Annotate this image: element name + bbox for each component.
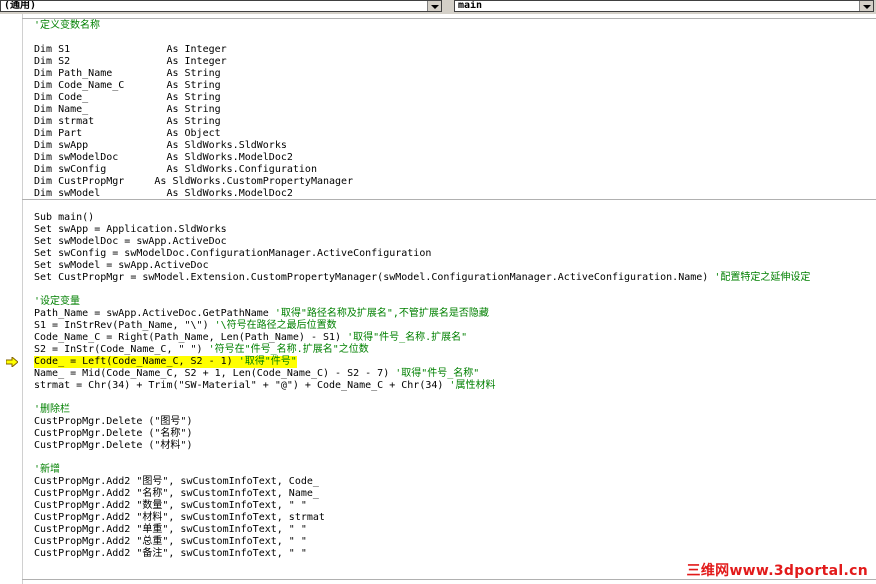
code-line: Sub main() [34, 212, 95, 223]
editor-toolbar: (通用) main [0, 0, 876, 14]
code-text: S2 = InStr(Code_Name_C, " ") [34, 344, 209, 355]
code-line: CustPropMgr.Add2 "单重", swCustomInfoText,… [34, 524, 307, 535]
code-line: strmat = Chr(34) + Trim("SW-Material" + … [34, 380, 495, 392]
code-line: Dim swModel As SldWorks.ModelDoc2 [34, 188, 293, 199]
code-text: S1 = InStrRev(Path_Name, "\") [34, 320, 215, 331]
code-line: Dim Code_ As String [34, 92, 221, 103]
chevron-down-icon[interactable] [859, 1, 873, 11]
code-line: Set CustPropMgr = swModel.Extension.Cust… [34, 272, 810, 284]
comment-text: '属性材料 [449, 380, 496, 391]
code-line: Dim S2 As Integer [34, 56, 227, 67]
code-line: Dim Code_Name_C As String [34, 80, 221, 91]
comment-text: '取得"件号_名称.扩展名" [347, 332, 468, 343]
code-text: Name_ = Mid(Code_Name_C, S2 + 1, Len(Cod… [34, 368, 396, 379]
code-line: CustPropMgr.Add2 "数量", swCustomInfoText,… [34, 500, 307, 511]
code-line: CustPropMgr.Delete ("名称") [34, 428, 193, 439]
code-line: CustPropMgr.Add2 "总重", swCustomInfoText,… [34, 536, 307, 547]
code-line: Dim strmat As String [34, 116, 221, 127]
procedure-combo-value: main [458, 0, 483, 11]
code-line: S1 = InStrRev(Path_Name, "\") '\符号在路径之最后… [34, 320, 337, 332]
code-line: '定义变数名称 [34, 20, 101, 31]
code-line: '删除栏 [34, 404, 71, 415]
site-watermark: 三维网www.3dportal.cn [686, 563, 868, 579]
arrow-right-icon [6, 357, 18, 367]
code-editor[interactable]: '定义变数名称 Dim S1 As Integer Dim S2 As Inte… [0, 14, 876, 584]
comment-text: '配置特定之延伸设定 [714, 272, 811, 283]
code-line: Set swModel = swApp.ActiveDoc [34, 260, 209, 271]
code-line: Dim swModelDoc As SldWorks.ModelDoc2 [34, 152, 293, 163]
code-line: CustPropMgr.Add2 "材料", swCustomInfoText,… [34, 512, 325, 523]
procedure-combo[interactable]: main [454, 0, 874, 12]
margin-indicator-bar[interactable] [0, 14, 23, 584]
object-combo-value: (通用) [4, 0, 37, 11]
code-line: Set swApp = Application.SldWorks [34, 224, 227, 235]
comment-text: '\符号在路径之最后位置数 [214, 320, 337, 331]
comment-text: '符号在"件号_名称.扩展名"之位数 [208, 344, 369, 355]
code-line: CustPropMgr.Add2 "备注", swCustomInfoText,… [34, 548, 307, 559]
code-line: Dim Name_ As String [34, 104, 221, 115]
code-text: strmat = Chr(34) + Trim("SW-Material" + … [34, 380, 450, 391]
code-line: Set swConfig = swModelDoc.ConfigurationM… [34, 248, 432, 259]
comment-text: '取得"件号" [238, 356, 297, 367]
comment-text: '取得"件号_名称" [395, 368, 480, 379]
code-line: '新增 [34, 464, 61, 475]
comment-text: '取得"路径名称及扩展名",不管扩展名是否隐藏 [274, 308, 489, 319]
object-combo[interactable]: (通用) [0, 0, 442, 12]
code-text: Code_ = Left(Code_Name_C, S2 - 1) [34, 356, 239, 367]
code-line: CustPropMgr.Delete ("图号") [34, 416, 193, 427]
code-line: Name_ = Mid(Code_Name_C, S2 + 1, Len(Cod… [34, 368, 479, 380]
code-text: Set CustPropMgr = swModel.Extension.Cust… [34, 272, 715, 283]
code-line: CustPropMgr.Add2 "名称", swCustomInfoText,… [34, 488, 319, 499]
procedure-separator [22, 18, 876, 19]
code-line: CustPropMgr.Add2 "图号", swCustomInfoText,… [34, 476, 319, 487]
code-line: Code_Name_C = Right(Path_Name, Len(Path_… [34, 332, 467, 344]
code-line: Path_Name = swApp.ActiveDoc.GetPathName … [34, 308, 489, 320]
code-line: Dim S1 As Integer [34, 44, 227, 55]
code-text: Path_Name = swApp.ActiveDoc.GetPathName [34, 308, 275, 319]
code-line: '设定变量 [34, 296, 81, 307]
code-line: S2 = InStr(Code_Name_C, " ") '符号在"件号_名称.… [34, 344, 369, 356]
code-line: Set swModelDoc = swApp.ActiveDoc [34, 236, 227, 247]
current-execution-line: Code_ = Left(Code_Name_C, S2 - 1) '取得"件号… [34, 356, 297, 368]
code-text: Code_Name_C = Right(Path_Name, Len(Path_… [34, 332, 348, 343]
chevron-down-icon[interactable] [427, 1, 441, 11]
code-line: Dim Path_Name As String [34, 68, 221, 79]
code-line: Dim Part As Object [34, 128, 221, 139]
code-line: Dim CustPropMgr As SldWorks.CustomProper… [34, 176, 354, 187]
code-line: Dim swConfig As SldWorks.Configuration [34, 164, 317, 175]
code-line: Dim swApp As SldWorks.SldWorks [34, 140, 287, 151]
code-line: CustPropMgr.Delete ("材料") [34, 440, 193, 451]
